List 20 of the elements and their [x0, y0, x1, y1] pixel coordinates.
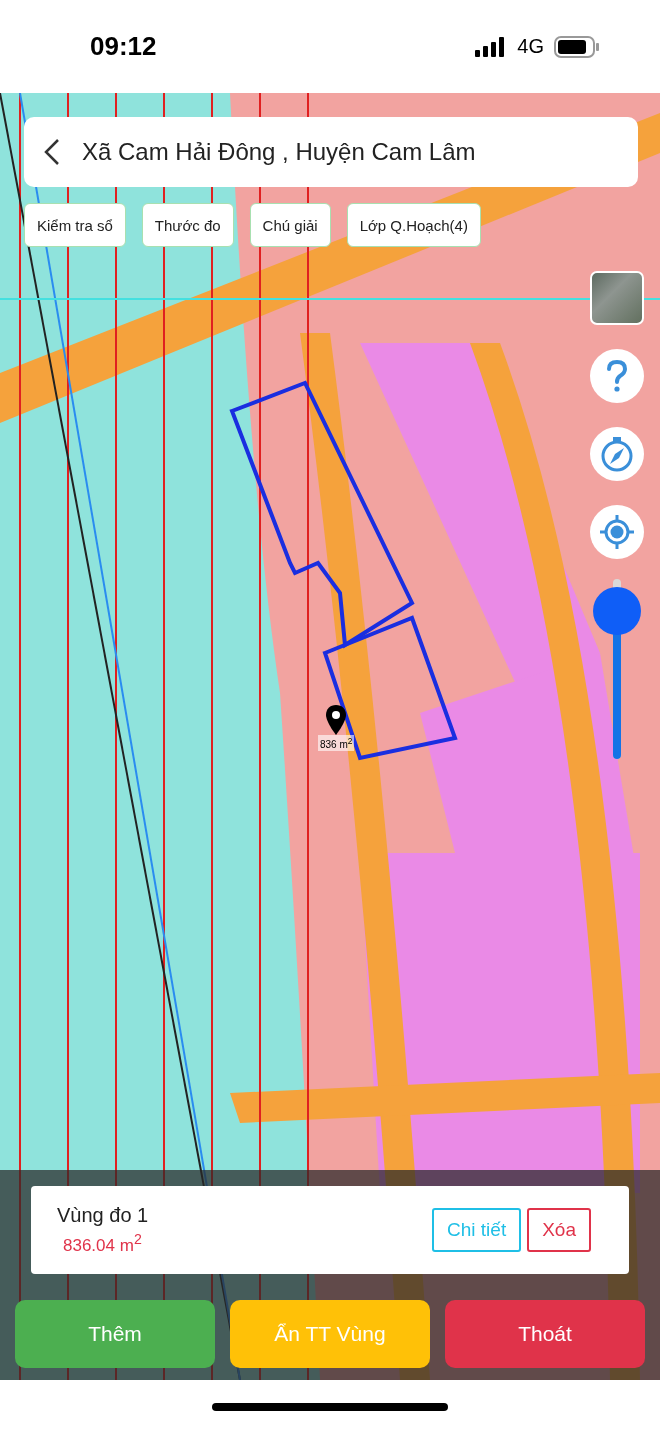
map-pin-icon: [325, 705, 348, 735]
location-title: Xã Cam Hải Đông , Huyện Cam Lâm: [82, 138, 476, 166]
status-time: 09:12: [90, 31, 157, 62]
compass-icon: [600, 436, 634, 472]
area-label: 836 m$^{2}$: [318, 735, 355, 752]
satellite-layer-button[interactable]: [590, 271, 644, 325]
add-button[interactable]: Thêm: [15, 1300, 215, 1368]
locate-icon: [599, 514, 635, 550]
battery-icon: [554, 35, 600, 58]
toolbar-button[interactable]: Thước đo: [141, 203, 234, 247]
toolbar-button[interactable]: Lớp Q.Hoạch(4): [346, 203, 481, 247]
question-icon: [606, 360, 628, 392]
measure-area: 836.04 m$^{2}$: [57, 1231, 149, 1256]
delete-button[interactable]: Xóa: [527, 1208, 591, 1252]
toolbar-button[interactable]: Kiểm tra sổ: [24, 203, 126, 247]
back-icon[interactable]: [44, 138, 60, 166]
measure-name: Vùng đo 1: [57, 1204, 149, 1228]
exit-button[interactable]: Thoát: [445, 1300, 645, 1368]
network-label: 4G: [517, 35, 544, 58]
toolbar-button[interactable]: Chú giải: [249, 203, 331, 247]
